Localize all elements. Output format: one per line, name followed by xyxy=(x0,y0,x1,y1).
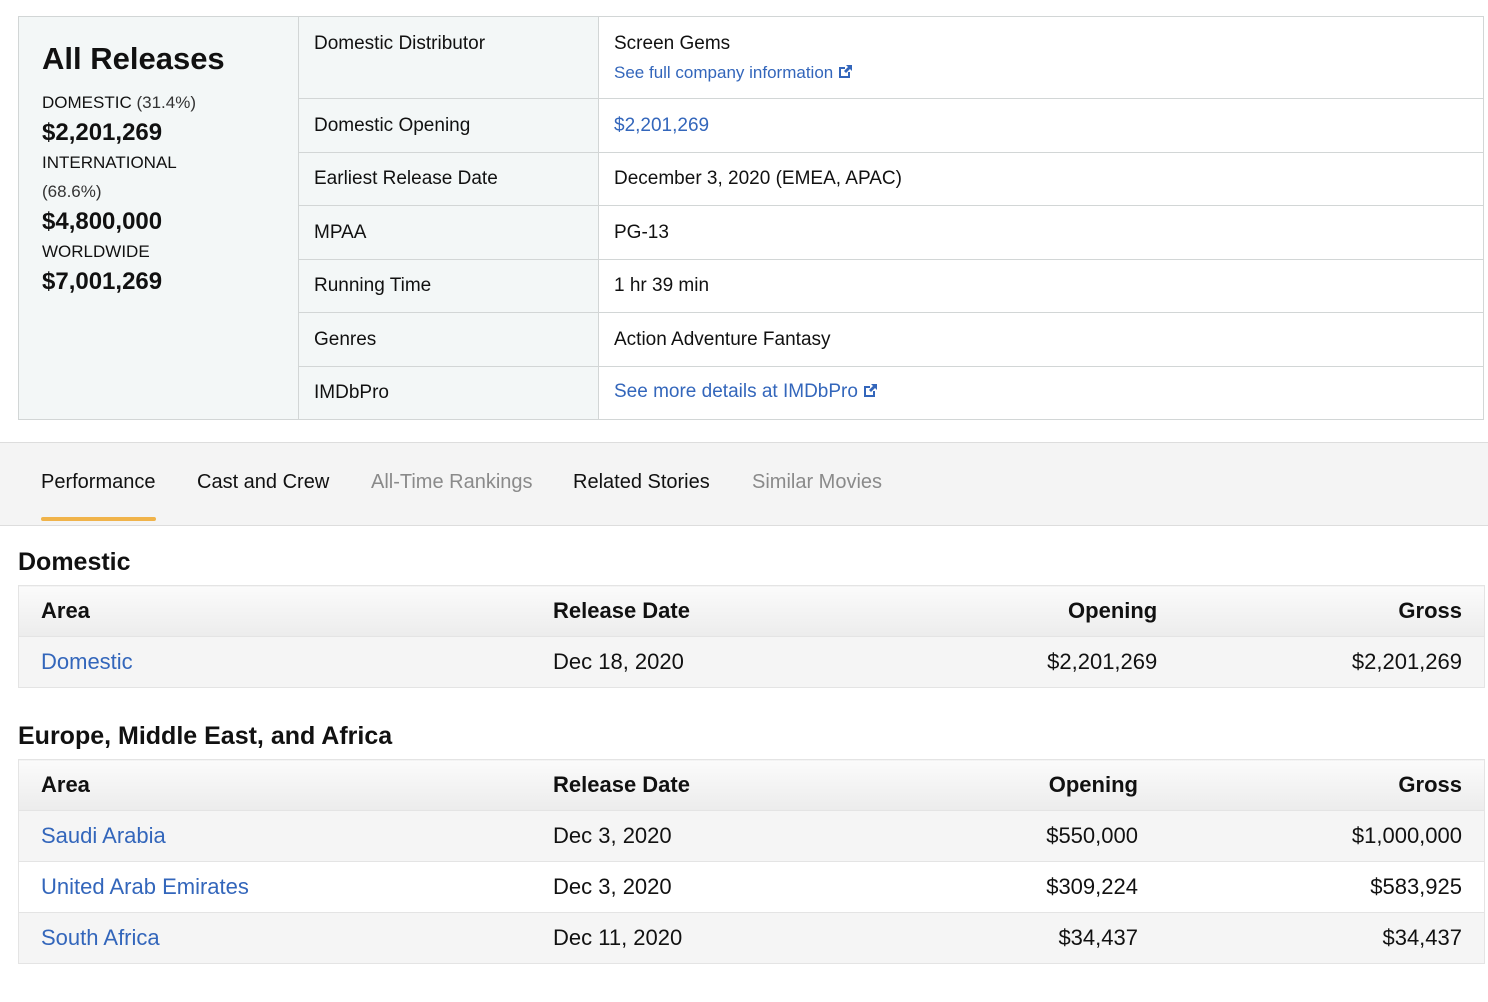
section-title-domestic: Domestic xyxy=(18,548,131,576)
header-area[interactable]: Area xyxy=(18,759,531,811)
opening-cell: $2,201,269 xyxy=(875,636,1180,688)
release-date-cell: Dec 3, 2020 xyxy=(531,861,875,913)
detail-label: Genres xyxy=(299,313,599,366)
release-date-cell: Dec 18, 2020 xyxy=(531,636,875,688)
table-header-row: Area Release Date Opening Gross xyxy=(18,585,1485,637)
table-row: Domestic Dec 18, 2020 $2,201,269 $2,201,… xyxy=(18,636,1485,688)
header-release-date[interactable]: Release Date xyxy=(531,759,875,811)
external-link-icon xyxy=(862,383,878,405)
area-cell: Domestic xyxy=(18,636,531,688)
tab-similar-movies: Similar Movies xyxy=(752,471,883,493)
international-percent: (68.6%) xyxy=(42,182,102,201)
detail-value: 1 hr 39 min xyxy=(614,275,710,296)
tab-performance[interactable]: Performance xyxy=(41,443,156,525)
detail-value: PG-13 xyxy=(614,221,669,243)
domestic-label-text: DOMESTIC xyxy=(42,93,132,112)
release-date-cell: Dec 3, 2020 xyxy=(531,810,875,862)
worldwide-amount: $7,001,269 xyxy=(42,268,163,295)
totals-panel: All Releases DOMESTIC (31.4%) $2,201,269… xyxy=(19,17,299,419)
detail-label: Earliest Release Date xyxy=(299,153,599,205)
detail-label: Domestic Distributor xyxy=(299,17,599,98)
detail-row-opening: Domestic Opening $2,201,269 xyxy=(299,99,1483,153)
international-amount: $4,800,000 xyxy=(42,208,163,235)
table-row: South Africa Dec 11, 2020 $34,437 $34,43… xyxy=(18,912,1485,964)
header-gross[interactable]: Gross xyxy=(1179,585,1485,637)
tab-all-time-rankings: All-Time Rankings xyxy=(371,471,533,493)
header-release-date[interactable]: Release Date xyxy=(531,585,875,637)
distributor-name: Screen Gems xyxy=(614,33,731,54)
tab-bar: Performance Cast and Crew All-Time Ranki… xyxy=(0,442,1488,526)
detail-row-imdbpro: IMDbPro See more details at IMDbPro xyxy=(299,367,1483,419)
detail-value: December 3, 2020 (EMEA, APAC) xyxy=(614,168,902,189)
detail-label: Running Time xyxy=(299,260,599,312)
detail-row-genres: Genres Action Adventure Fantasy xyxy=(299,313,1483,367)
worldwide-label: WORLDWIDE xyxy=(42,242,150,261)
opening-cell: $34,437 xyxy=(875,912,1160,964)
detail-value: Action Adventure Fantasy xyxy=(614,328,831,350)
area-link[interactable]: South Africa xyxy=(41,925,160,950)
section-title-emea: Europe, Middle East, and Africa xyxy=(18,722,393,750)
detail-label: IMDbPro xyxy=(299,367,599,419)
gross-cell: $583,925 xyxy=(1159,861,1485,913)
detail-row-running-time: Running Time 1 hr 39 min xyxy=(299,260,1483,313)
imdbpro-link-text: See more details at IMDbPro xyxy=(614,381,858,402)
domestic-percent: (31.4%) xyxy=(136,93,196,112)
header-gross[interactable]: Gross xyxy=(1159,759,1485,811)
detail-row-release-date: Earliest Release Date December 3, 2020 (… xyxy=(299,153,1483,206)
external-link-icon xyxy=(837,64,853,85)
area-link[interactable]: United Arab Emirates xyxy=(41,874,249,899)
company-info-link-text: See full company information xyxy=(614,63,834,82)
gross-cell: $1,000,000 xyxy=(1159,810,1485,862)
detail-value: See more details at IMDbPro xyxy=(599,367,1483,419)
header-opening[interactable]: Opening xyxy=(875,759,1160,811)
imdbpro-link[interactable]: See more details at IMDbPro xyxy=(614,381,878,405)
detail-label: Domestic Opening xyxy=(299,99,599,152)
domestic-release-table: Area Release Date Opening Gross Domestic… xyxy=(18,585,1485,688)
details-table: Domestic Distributor Screen Gems See ful… xyxy=(299,17,1483,419)
tab-cast-and-crew[interactable]: Cast and Crew xyxy=(197,443,329,525)
table-header-row: Area Release Date Opening Gross xyxy=(18,759,1485,811)
domestic-amount: $2,201,269 xyxy=(42,119,163,146)
area-cell: United Arab Emirates xyxy=(18,861,531,913)
opening-cell: $309,224 xyxy=(875,861,1160,913)
release-summary: All Releases DOMESTIC (31.4%) $2,201,269… xyxy=(18,16,1484,420)
detail-label: MPAA xyxy=(299,206,599,259)
area-link[interactable]: Domestic xyxy=(41,649,133,674)
release-date-cell: Dec 11, 2020 xyxy=(531,912,875,964)
area-cell: South Africa xyxy=(18,912,531,964)
header-area[interactable]: Area xyxy=(18,585,531,637)
area-link[interactable]: Saudi Arabia xyxy=(41,823,166,848)
opening-cell: $550,000 xyxy=(875,810,1160,862)
company-info-link[interactable]: See full company information xyxy=(614,63,853,85)
detail-value: Screen Gems See full company information xyxy=(599,17,1483,98)
gross-cell: $34,437 xyxy=(1159,912,1485,964)
detail-row-mpaa: MPAA PG-13 xyxy=(299,206,1483,260)
table-row: Saudi Arabia Dec 3, 2020 $550,000 $1,000… xyxy=(18,810,1485,862)
table-row: United Arab Emirates Dec 3, 2020 $309,22… xyxy=(18,861,1485,913)
emea-release-table: Area Release Date Opening Gross Saudi Ar… xyxy=(18,759,1485,964)
domestic-opening-link[interactable]: $2,201,269 xyxy=(614,115,709,137)
domestic-label: DOMESTIC (31.4%) xyxy=(42,88,298,117)
detail-value: $2,201,269 xyxy=(599,99,1483,152)
area-cell: Saudi Arabia xyxy=(18,810,531,862)
page-title: All Releases xyxy=(42,41,225,76)
gross-cell: $2,201,269 xyxy=(1179,636,1485,688)
tab-related-stories[interactable]: Related Stories xyxy=(573,443,710,525)
header-opening[interactable]: Opening xyxy=(875,585,1180,637)
international-label-text: INTERNATIONAL xyxy=(42,153,177,172)
international-label: INTERNATIONAL (68.6%) xyxy=(42,148,212,206)
detail-row-distributor: Domestic Distributor Screen Gems See ful… xyxy=(299,17,1483,99)
